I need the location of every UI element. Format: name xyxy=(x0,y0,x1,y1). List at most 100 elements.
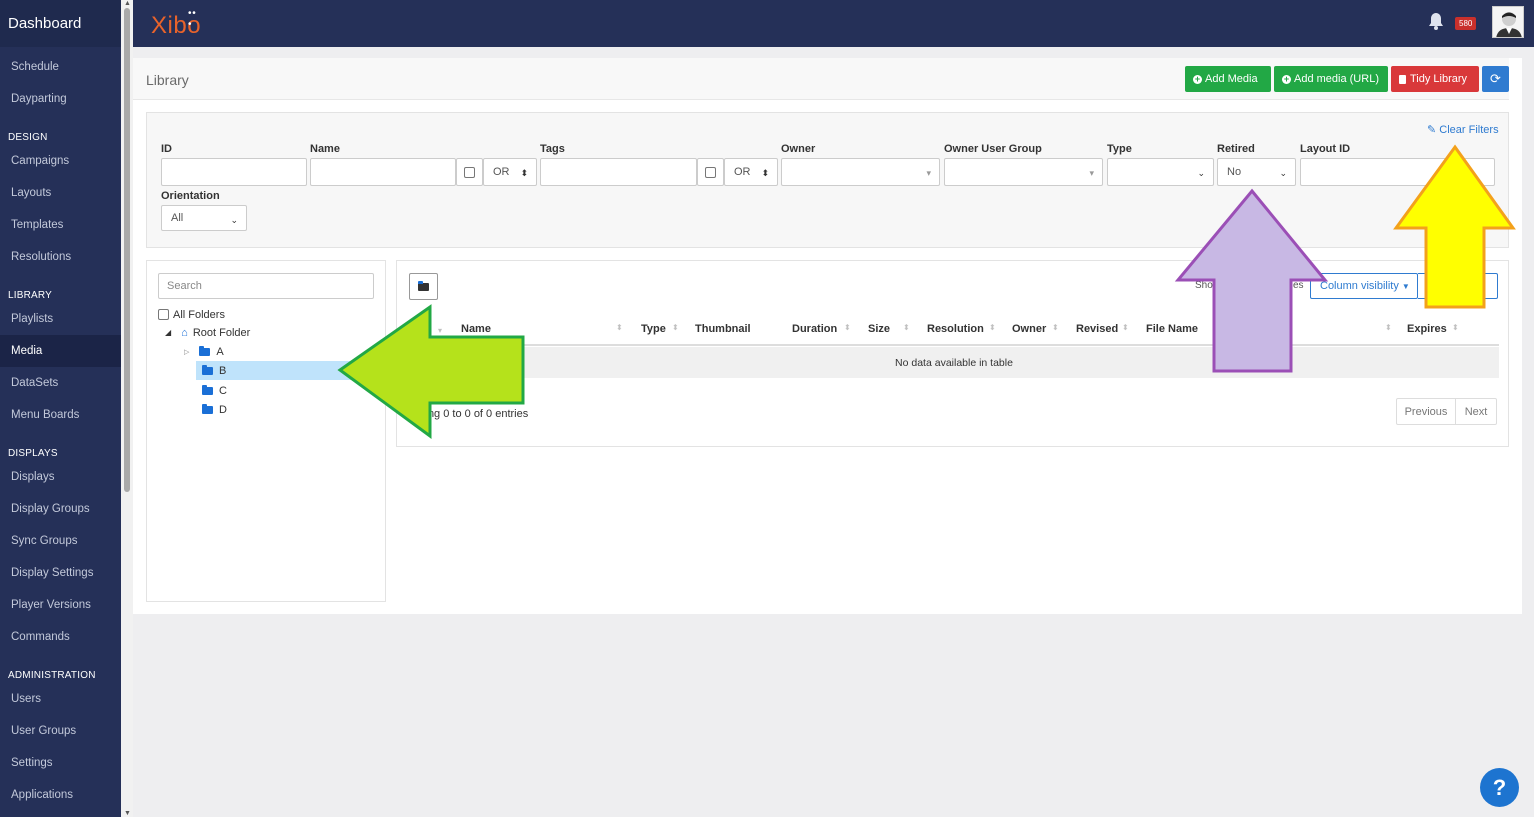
previous-page-button[interactable]: Previous xyxy=(1397,399,1456,424)
filter-label-type: Type xyxy=(1107,143,1132,155)
sidebar-item-applications[interactable]: Applications xyxy=(0,779,121,811)
name-exact-checkbox[interactable] xyxy=(464,167,475,178)
sidebar-item-menu-boards[interactable]: Menu Boards xyxy=(0,399,121,431)
tree-node-folder-b[interactable]: B xyxy=(196,361,386,380)
tree-node-folder-a[interactable]: ▷ A xyxy=(184,343,224,360)
filter-label-owner-user-group: Owner User Group xyxy=(944,143,1042,155)
library-card: Library + Add Media + Add media (URL) Ti… xyxy=(133,58,1522,614)
sidebar-item-datasets[interactable]: DataSets xyxy=(0,367,121,399)
sidebar-item-display-settings[interactable]: Display Settings xyxy=(0,557,121,589)
collapsed-caret-icon[interactable]: ▷ xyxy=(184,348,189,356)
filter-panel: ✎ Clear Filters ID Name OR ⬍ Tags OR ⬍ Own… xyxy=(146,112,1509,248)
column-header-owner[interactable]: Owner xyxy=(1012,323,1046,335)
name-exact-checkbox-wrap xyxy=(456,158,483,186)
column-header-file-name[interactable]: File Name xyxy=(1146,323,1198,335)
sidebar-section-administration: ADMINISTRATION xyxy=(8,670,96,681)
expanded-caret-icon[interactable]: ◢ xyxy=(165,328,171,337)
sidebar-item-commands[interactable]: Commands xyxy=(0,621,121,653)
page-title: Library xyxy=(146,72,189,88)
sidebar: Dashboard Schedule Dayparting DESIGN Cam… xyxy=(0,0,121,817)
sidebar-item-dayparting[interactable]: Dayparting xyxy=(0,83,121,115)
column-header-type[interactable]: Type xyxy=(641,323,666,335)
tree-node-folder-d[interactable]: D xyxy=(202,401,227,418)
column-header-revised[interactable]: Revised xyxy=(1076,323,1118,335)
sidebar-item-player-versions[interactable]: Player Versions xyxy=(0,589,121,621)
sidebar-scrollbar[interactable]: ▲ ▼ xyxy=(121,0,133,817)
tags-logic-select[interactable]: OR ⬍ xyxy=(724,158,778,186)
sidebar-item-users[interactable]: Users xyxy=(0,683,121,715)
folder-search-input[interactable]: Search xyxy=(158,273,374,299)
media-table-panel: Sho es Column visibility ▼ ▾ Name ⬍ Type… xyxy=(396,260,1509,447)
sidebar-item-layouts[interactable]: Layouts xyxy=(0,177,121,209)
sidebar-item-campaigns[interactable]: Campaigns xyxy=(0,145,121,177)
column-header-name[interactable]: Name xyxy=(461,323,491,335)
sort-desc-icon: ▾ xyxy=(438,326,443,335)
name-filter-input[interactable] xyxy=(310,158,456,186)
owner-select[interactable]: ▾ xyxy=(781,158,940,186)
owner-user-group-select[interactable]: ▾ xyxy=(944,158,1103,186)
layout-id-filter-input[interactable] xyxy=(1300,158,1495,186)
column-header-resolution[interactable]: Resolution xyxy=(927,323,984,335)
table-pagination: Previous Next xyxy=(1396,398,1497,425)
column-visibility-button[interactable]: Column visibility ▼ xyxy=(1310,273,1418,299)
column-header-thumbnail[interactable]: Thumbnail xyxy=(695,323,751,335)
retired-select[interactable]: No ⌄ xyxy=(1217,158,1296,186)
folder-icon xyxy=(202,403,213,414)
sidebar-brand-dashboard[interactable]: Dashboard xyxy=(0,0,121,47)
tidy-library-button[interactable]: Tidy Library xyxy=(1391,66,1479,92)
sidebar-item-templates[interactable]: Templates xyxy=(0,209,121,241)
type-select[interactable]: ⌄ xyxy=(1107,158,1214,186)
column-header-size[interactable]: Size xyxy=(868,323,890,335)
sidebar-item-user-groups[interactable]: User Groups xyxy=(0,715,121,747)
sort-icon: ⬍ xyxy=(1385,323,1392,332)
tags-filter-input[interactable] xyxy=(540,158,697,186)
sidebar-item-displays[interactable]: Displays xyxy=(0,461,121,493)
xibo-logo[interactable]: Xibo • • • xyxy=(151,8,201,40)
sidebar-item-display-groups[interactable]: Display Groups xyxy=(0,493,121,525)
table-header: ▾ Name ⬍ Type ⬍ Thumbnail Duration ⬍ Siz… xyxy=(409,310,1499,346)
scroll-down-icon[interactable]: ▼ xyxy=(124,810,131,817)
sort-icon: ⬍ xyxy=(1122,323,1129,332)
all-folders-option[interactable]: All Folders xyxy=(158,306,225,323)
notification-badge[interactable]: 580 xyxy=(1455,17,1477,30)
plus-circle-icon: + xyxy=(1193,73,1202,84)
sidebar-item-schedule[interactable]: Schedule xyxy=(0,51,121,83)
tree-node-folder-c[interactable]: C xyxy=(202,382,227,399)
filter-label-tags: Tags xyxy=(540,143,565,155)
name-logic-select[interactable]: OR ⬍ xyxy=(483,158,537,186)
sidebar-item-sync-groups[interactable]: Sync Groups xyxy=(0,525,121,557)
add-media-url-button[interactable]: + Add media (URL) xyxy=(1274,66,1388,92)
folder-icon xyxy=(202,384,213,395)
sort-icon: ⬍ xyxy=(844,323,851,332)
sidebar-section-library: LIBRARY xyxy=(8,290,53,301)
user-avatar[interactable] xyxy=(1492,6,1524,38)
tree-node-root[interactable]: ◢ ⌂ Root Folder xyxy=(165,324,250,341)
add-media-button[interactable]: + Add Media xyxy=(1185,66,1271,92)
sidebar-item-playlists[interactable]: Playlists xyxy=(0,303,121,335)
export-button-group[interactable] xyxy=(1418,273,1498,299)
sort-icon: ⬍ xyxy=(1052,323,1059,332)
all-folders-checkbox[interactable] xyxy=(158,309,169,320)
orientation-select[interactable]: All ⌄ xyxy=(161,205,247,231)
refresh-button[interactable]: ⟳ xyxy=(1482,66,1509,92)
help-button[interactable]: ? xyxy=(1480,768,1519,807)
scroll-up-icon[interactable]: ▲ xyxy=(124,0,131,7)
bell-icon[interactable] xyxy=(1428,12,1444,30)
folder-toggle-button[interactable] xyxy=(409,273,438,300)
plus-circle-icon: + xyxy=(1282,73,1291,84)
sidebar-item-settings[interactable]: Settings xyxy=(0,747,121,779)
clear-filters-link[interactable]: ✎ Clear Filters xyxy=(1427,123,1499,136)
chevron-down-icon: ⌄ xyxy=(1197,168,1205,178)
sidebar-item-resolutions[interactable]: Resolutions xyxy=(0,241,121,273)
id-filter-input[interactable] xyxy=(161,158,307,186)
sidebar-item-media[interactable]: Media xyxy=(0,335,121,367)
folder-icon xyxy=(199,345,211,356)
next-page-button[interactable]: Next xyxy=(1456,399,1496,424)
column-header-expires[interactable]: Expires xyxy=(1407,323,1447,335)
column-header-duration[interactable]: Duration xyxy=(792,323,837,335)
tags-exact-checkbox[interactable] xyxy=(705,167,716,178)
home-icon: ⌂ xyxy=(181,326,188,339)
sort-icon: ⬍ xyxy=(1452,323,1459,332)
scrollbar-thumb[interactable] xyxy=(124,8,130,492)
show-entries-label-end: es xyxy=(1293,280,1304,291)
